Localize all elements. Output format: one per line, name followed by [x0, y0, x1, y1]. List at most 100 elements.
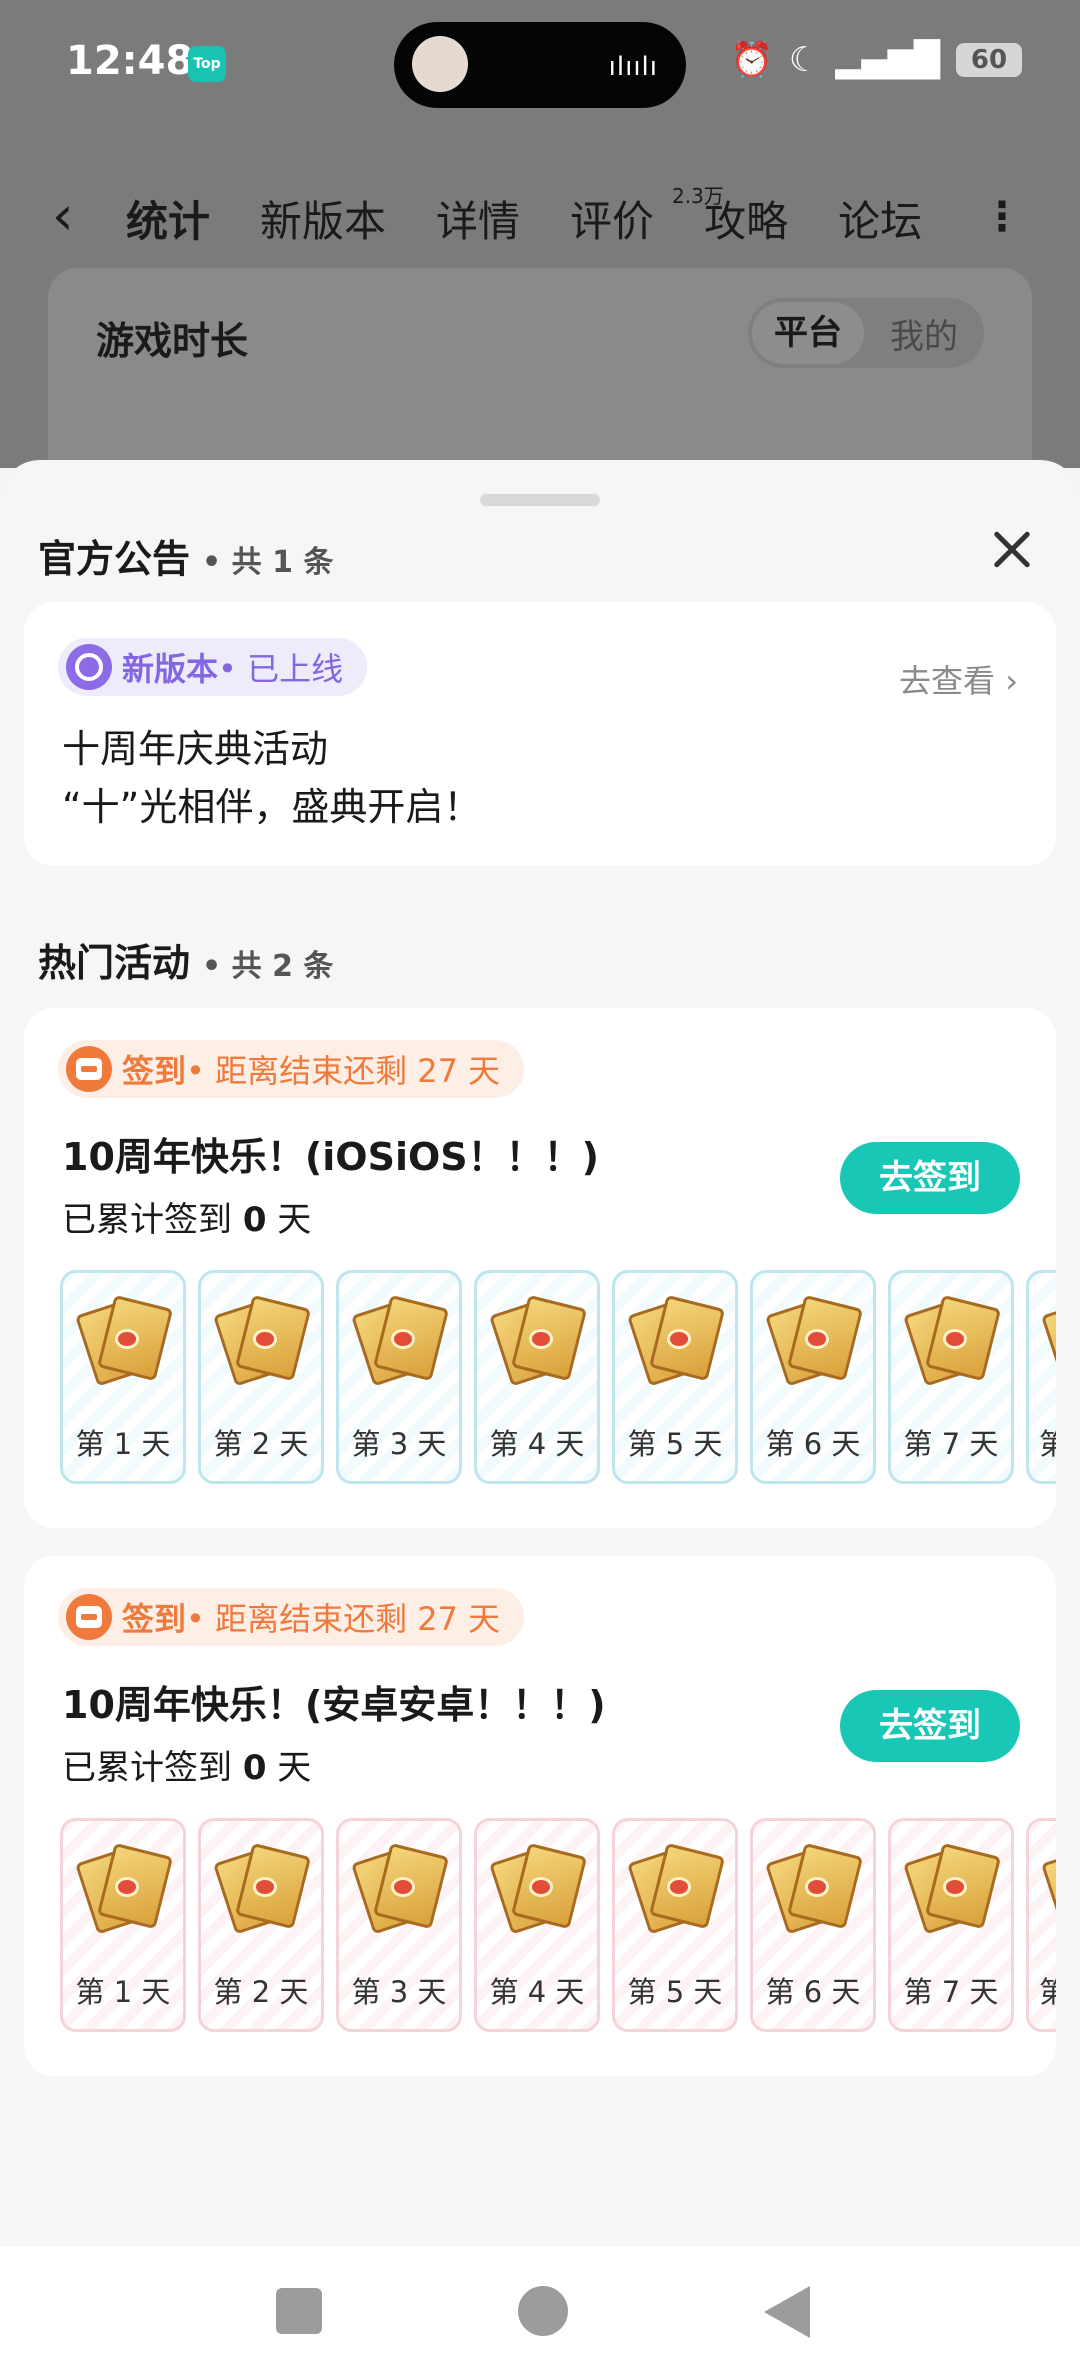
- day-label: 第 2 天: [213, 1427, 309, 1461]
- announcements-count: • 共 1 条: [202, 545, 334, 580]
- reward-day-6[interactable]: 第 6 天: [750, 1818, 876, 2032]
- reward-day-3[interactable]: 第 3 天: [336, 1270, 462, 1484]
- remaining-days: • 距离结束还剩 27 天: [186, 1600, 501, 1638]
- day-label: 第 5 天: [627, 1427, 723, 1461]
- ticket-reward-icon: [75, 1294, 174, 1387]
- view-link[interactable]: 去查看 ›: [899, 656, 1018, 702]
- activity-card-ios: 签到 • 距离结束还剩 27 天 10周年快乐！(iOSiOS！！！) 已累计签…: [24, 1008, 1056, 1528]
- reward-day-7[interactable]: 第 7 天: [888, 1270, 1014, 1484]
- recents-button[interactable]: [276, 2288, 322, 2334]
- day-label: 第 4 天: [489, 1427, 585, 1461]
- day-label: 第: [1039, 1975, 1056, 2009]
- signin-tag-label: 签到: [122, 1600, 187, 1638]
- version-tag: 新版本 • 已上线: [58, 638, 368, 696]
- progress-suffix: 天: [277, 1200, 312, 1240]
- signal-icon: ▂▄▆█: [835, 40, 940, 80]
- sheet-drag-handle[interactable]: [480, 494, 600, 506]
- reward-day-4[interactable]: 第 4 天: [474, 1818, 600, 2032]
- day-label: 第 6 天: [765, 1427, 861, 1461]
- ticket-reward-icon: [627, 1294, 726, 1387]
- reward-day-6[interactable]: 第 6 天: [750, 1270, 876, 1484]
- bottom-sheet: 官方公告 • 共 1 条 新版本 • 已上线 去查看 › 十周年庆典活动 “十”…: [0, 460, 1080, 2246]
- tab-details[interactable]: 详情: [436, 188, 520, 249]
- ticket-reward-icon: [75, 1842, 174, 1935]
- activities-header: 热门活动 • 共 2 条: [38, 932, 333, 987]
- signin-tag: 签到 • 距离结束还剩 27 天: [58, 1040, 525, 1098]
- reward-day-2[interactable]: 第 2 天: [198, 1818, 324, 2032]
- toggle-platform[interactable]: 平台: [752, 302, 864, 364]
- ticket-reward-icon: [489, 1294, 588, 1387]
- signin-tag: 签到 • 距离结束还剩 27 天: [58, 1588, 525, 1646]
- audio-wave-icon: ılıılı: [608, 52, 658, 82]
- version-tag-label: 新版本: [122, 650, 219, 688]
- close-icon[interactable]: [984, 522, 1040, 578]
- reward-day-1[interactable]: 第 1 天: [60, 1818, 186, 2032]
- platform-toggle[interactable]: 平台 我的: [748, 298, 984, 368]
- activity-title: 10周年快乐！(安卓安卓！！！): [62, 1683, 606, 1727]
- activity-card-android: 签到 • 距离结束还剩 27 天 10周年快乐！(安卓安卓！！！) 已累计签到 …: [24, 1556, 1056, 2076]
- progress-value: 0: [242, 1200, 267, 1240]
- reward-day-1[interactable]: 第 1 天: [60, 1270, 186, 1484]
- activities-title: 热门活动: [38, 941, 191, 985]
- reward-day-2[interactable]: 第 2 天: [198, 1270, 324, 1484]
- day-label: 第 7 天: [903, 1427, 999, 1461]
- reward-day-8[interactable]: 第: [1026, 1270, 1056, 1484]
- toggle-mine[interactable]: 我的: [864, 309, 984, 358]
- tab-stats[interactable]: 统计: [126, 188, 211, 255]
- review-count-badge: 2.3万: [672, 184, 724, 208]
- ticket-reward-icon: [489, 1842, 588, 1935]
- system-nav-bar: [0, 2246, 1080, 2376]
- alarm-icon: ⏰: [730, 40, 773, 80]
- reward-day-5[interactable]: 第 5 天: [612, 1818, 738, 2032]
- activities-count: • 共 2 条: [202, 949, 334, 984]
- dynamic-island[interactable]: ılıılı: [394, 22, 686, 108]
- tab-new-version[interactable]: 新版本: [260, 188, 386, 249]
- progress-prefix: 已累计签到: [62, 1748, 232, 1788]
- tab-bar: 统计 新版本 详情 评价 攻略 论坛: [126, 188, 922, 255]
- progress-prefix: 已累计签到: [62, 1200, 232, 1240]
- battery-icon: 60: [956, 43, 1022, 77]
- signin-progress: 已累计签到 0 天: [62, 1740, 311, 1789]
- reward-days-row[interactable]: 第 1 天 第 2 天 第 3 天 第 4 天 第 5 天 第 6 天 第 7 …: [60, 1818, 1056, 2034]
- day-label: 第 1 天: [75, 1427, 171, 1461]
- announcement-line-1: 十周年庆典活动: [62, 727, 329, 771]
- calendar-icon: [66, 1046, 112, 1092]
- reward-day-5[interactable]: 第 5 天: [612, 1270, 738, 1484]
- ticket-reward-icon: [1041, 1297, 1056, 1387]
- announcements-title: 官方公告: [38, 537, 191, 581]
- ticket-reward-icon: [351, 1842, 450, 1935]
- ticket-reward-icon: [1041, 1845, 1056, 1935]
- top-nav: ‹ 统计 新版本 详情 评价 攻略 论坛 2.3万 ⋮: [0, 158, 1080, 268]
- reward-day-8[interactable]: 第: [1026, 1818, 1056, 2032]
- version-status: • 已上线: [218, 650, 344, 688]
- signin-progress: 已累计签到 0 天: [62, 1192, 311, 1241]
- back-button[interactable]: [764, 2286, 810, 2338]
- ticket-reward-icon: [903, 1842, 1002, 1935]
- tab-forum[interactable]: 论坛: [838, 188, 922, 249]
- remaining-days: • 距离结束还剩 27 天: [186, 1052, 501, 1090]
- signin-button[interactable]: 去签到: [840, 1142, 1020, 1214]
- media-thumbnail: [412, 36, 468, 92]
- day-label: 第 3 天: [351, 1975, 447, 2009]
- progress-value: 0: [242, 1748, 267, 1788]
- day-label: 第 2 天: [213, 1975, 309, 2009]
- more-menu-icon[interactable]: ⋮: [982, 194, 1022, 240]
- reward-days-row[interactable]: 第 1 天 第 2 天 第 3 天 第 4 天 第 5 天 第 6 天 第 7 …: [60, 1270, 1056, 1486]
- refresh-icon: [66, 644, 112, 690]
- announcement-card[interactable]: 新版本 • 已上线 去查看 › 十周年庆典活动 “十”光相伴，盛典开启！: [24, 602, 1056, 866]
- day-label: 第 1 天: [75, 1975, 171, 2009]
- signin-button[interactable]: 去签到: [840, 1690, 1020, 1762]
- back-arrow-icon[interactable]: ‹: [52, 184, 74, 247]
- tab-reviews[interactable]: 评价: [570, 188, 654, 249]
- taptap-app-icon: Top: [188, 46, 226, 82]
- moon-icon: ☾: [788, 40, 820, 80]
- status-time: 12:48: [66, 38, 194, 84]
- signin-tag-label: 签到: [122, 1052, 187, 1090]
- reward-day-3[interactable]: 第 3 天: [336, 1818, 462, 2032]
- calendar-icon: [66, 1594, 112, 1640]
- day-label: 第 5 天: [627, 1975, 723, 2009]
- ticket-reward-icon: [765, 1842, 864, 1935]
- reward-day-7[interactable]: 第 7 天: [888, 1818, 1014, 2032]
- reward-day-4[interactable]: 第 4 天: [474, 1270, 600, 1484]
- home-button[interactable]: [518, 2286, 568, 2336]
